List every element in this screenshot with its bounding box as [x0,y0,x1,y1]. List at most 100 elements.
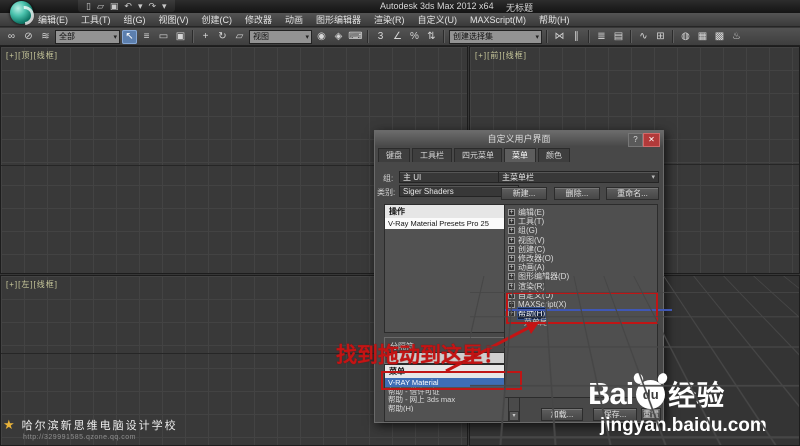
render-production-icon[interactable]: ♨ [729,30,744,44]
expand-icon[interactable]: + [508,246,515,253]
menu-views[interactable]: 视图(V) [159,13,189,26]
menu-modifiers[interactable]: 修改器 [245,13,272,26]
menu-bar: 编辑(E) 工具(T) 组(G) 视图(V) 创建(C) 修改器 动画 图形编辑… [0,13,800,27]
expand-icon[interactable]: + [508,218,515,225]
tab-quads[interactable]: 四元菜单 [454,148,502,162]
schematic-view-icon[interactable]: ⊞ [653,30,668,44]
select-and-scale-icon[interactable]: ▱ [232,30,247,44]
menu-rendering[interactable]: 渲染(R) [374,13,405,26]
school-url: http://329991585.qzone.qq.com [23,434,178,441]
render-setup-icon[interactable]: ▦ [695,30,710,44]
menu-edit[interactable]: 编辑(E) [38,13,68,26]
delete-button[interactable]: 删除... [554,187,600,200]
open-file-icon[interactable]: ▱ [97,1,104,11]
menu-help[interactable]: 帮助(H) [539,13,570,26]
tab-menus[interactable]: 菜单 [504,148,536,162]
select-object-icon[interactable]: ↖ [122,30,137,44]
new-button[interactable]: 新建... [501,187,547,200]
percent-snap-icon[interactable]: % [407,30,422,44]
tab-colors[interactable]: 颜色 [538,148,570,162]
rectangular-selection-region-icon[interactable]: ▭ [156,30,171,44]
viewport-left-label[interactable]: [+][左][线框] [6,279,58,290]
menu-graph-editors[interactable]: 图形编辑器 [316,13,361,26]
expand-icon[interactable]: + [508,255,515,262]
undo-icon[interactable]: ↶ [124,1,132,11]
new-file-icon[interactable]: ▯ [86,1,91,11]
graphite-ribbon-icon[interactable]: ▤ [611,30,626,44]
dropdown-arrow-icon: ▾ [305,33,309,41]
menu-customize[interactable]: 自定义(U) [418,13,458,26]
keyboard-shortcut-override-icon[interactable]: ⌨ [348,30,363,44]
rendered-frame-icon[interactable]: ▩ [712,30,727,44]
action-item[interactable]: V-Ray Material Presets Pro 25 [385,218,519,229]
angle-snap-icon[interactable]: ∠ [390,30,405,44]
baidu-jingyan-url: jingyan.baidu.com [600,415,767,437]
expand-icon[interactable]: + [508,264,515,271]
baidu-jingyan-watermark: Bai du 经验 jingyan.baidu.com [588,374,767,437]
selection-filter-dropdown[interactable]: 全部▾ [55,30,120,44]
spinner-snap-icon[interactable]: ⇅ [424,30,439,44]
window-title: Autodesk 3ds Max 2012 x64 [380,1,494,11]
load-button[interactable]: 加载... [541,408,583,421]
toolbar-separator [630,30,632,43]
select-and-link-icon[interactable]: ∞ [4,30,19,44]
expand-icon[interactable]: + [508,283,515,290]
menus-item[interactable]: 帮助(H) [385,404,508,413]
baidu-logo-text: Bai [588,376,633,412]
group-label: 组: [383,173,393,184]
toolbar-separator [546,30,548,43]
dialog-help-button[interactable]: ? [628,133,643,147]
unlink-selection-icon[interactable]: ⊘ [21,30,36,44]
expand-icon[interactable]: + [508,209,515,216]
menu-animation[interactable]: 动画 [285,13,303,26]
viewport-top-label[interactable]: [+][顶][线框] [6,50,58,61]
undo-dropdown-icon[interactable]: ▾ [138,1,143,11]
expand-icon[interactable]: + [508,273,515,280]
window-crossing-icon[interactable]: ▣ [173,30,188,44]
annotation-tip-text: 找到拖动到这里！ [336,339,504,369]
3ds-max-app-button[interactable] [10,1,33,24]
action-list-header: 操作 [385,205,519,218]
menu-maxscript[interactable]: MAXScript(M) [470,15,526,25]
dialog-title-bar[interactable]: 自定义用户界面 [375,131,663,147]
dropdown-arrow-icon: ▾ [651,173,655,181]
material-editor-icon[interactable]: ◍ [678,30,693,44]
expand-icon[interactable]: + [508,237,515,244]
snaps-toggle-icon[interactable]: 3 [373,30,388,44]
layer-manager-icon[interactable]: ≣ [594,30,609,44]
menu-create[interactable]: 创建(C) [202,13,233,26]
mirror-icon[interactable]: ⋈ [552,30,567,44]
save-file-icon[interactable]: ▣ [110,1,119,11]
reference-coordinate-dropdown[interactable]: 视图▾ [249,30,312,44]
bind-to-space-warp-icon[interactable]: ≋ [38,30,53,44]
tab-keyboard[interactable]: 键盘 [378,148,410,162]
dialog-close-button[interactable]: ✕ [643,133,660,147]
scroll-down-icon[interactable]: ▾ [509,411,519,421]
named-selection-set-dropdown[interactable]: 创建选择集▾ [449,30,542,44]
quick-access-toolbar: ▯ ▱ ▣ ↶ ▾ ↷ ▾ [78,0,175,12]
tab-toolbars[interactable]: 工具栏 [412,148,452,162]
rename-button[interactable]: 重命名... [606,187,659,200]
menu-bar-dropdown[interactable]: 主菜单栏▾ [498,171,659,183]
menus-item[interactable]: 帮助 - 网上 3ds max [385,395,508,404]
annotation-box-tree-target [506,292,658,324]
viewport-front-label[interactable]: [+][前][线框] [475,50,527,61]
redo-icon[interactable]: ↷ [148,1,156,11]
category-label: 类别: [377,187,395,198]
toolbar-separator [672,30,674,43]
select-and-rotate-icon[interactable]: ↻ [215,30,230,44]
align-icon[interactable]: ∥ [569,30,584,44]
redo-dropdown-icon[interactable]: ▾ [162,1,167,11]
curve-editor-icon[interactable]: ∿ [636,30,651,44]
select-and-move-icon[interactable]: + [198,30,213,44]
menu-group[interactable]: 组(G) [124,13,146,26]
select-by-name-icon[interactable]: ≡ [139,30,154,44]
menu-tools[interactable]: 工具(T) [81,13,111,26]
dropdown-arrow-icon: ▾ [113,33,117,41]
expand-icon[interactable]: + [508,227,515,234]
use-pivot-point-center-icon[interactable]: ◉ [314,30,329,44]
menus-item-clipped[interactable] [385,412,508,421]
dialog-title: 自定义用户界面 [487,134,550,144]
baidu-paw-icon: du [636,380,665,409]
select-and-manipulate-icon[interactable]: ◈ [331,30,346,44]
